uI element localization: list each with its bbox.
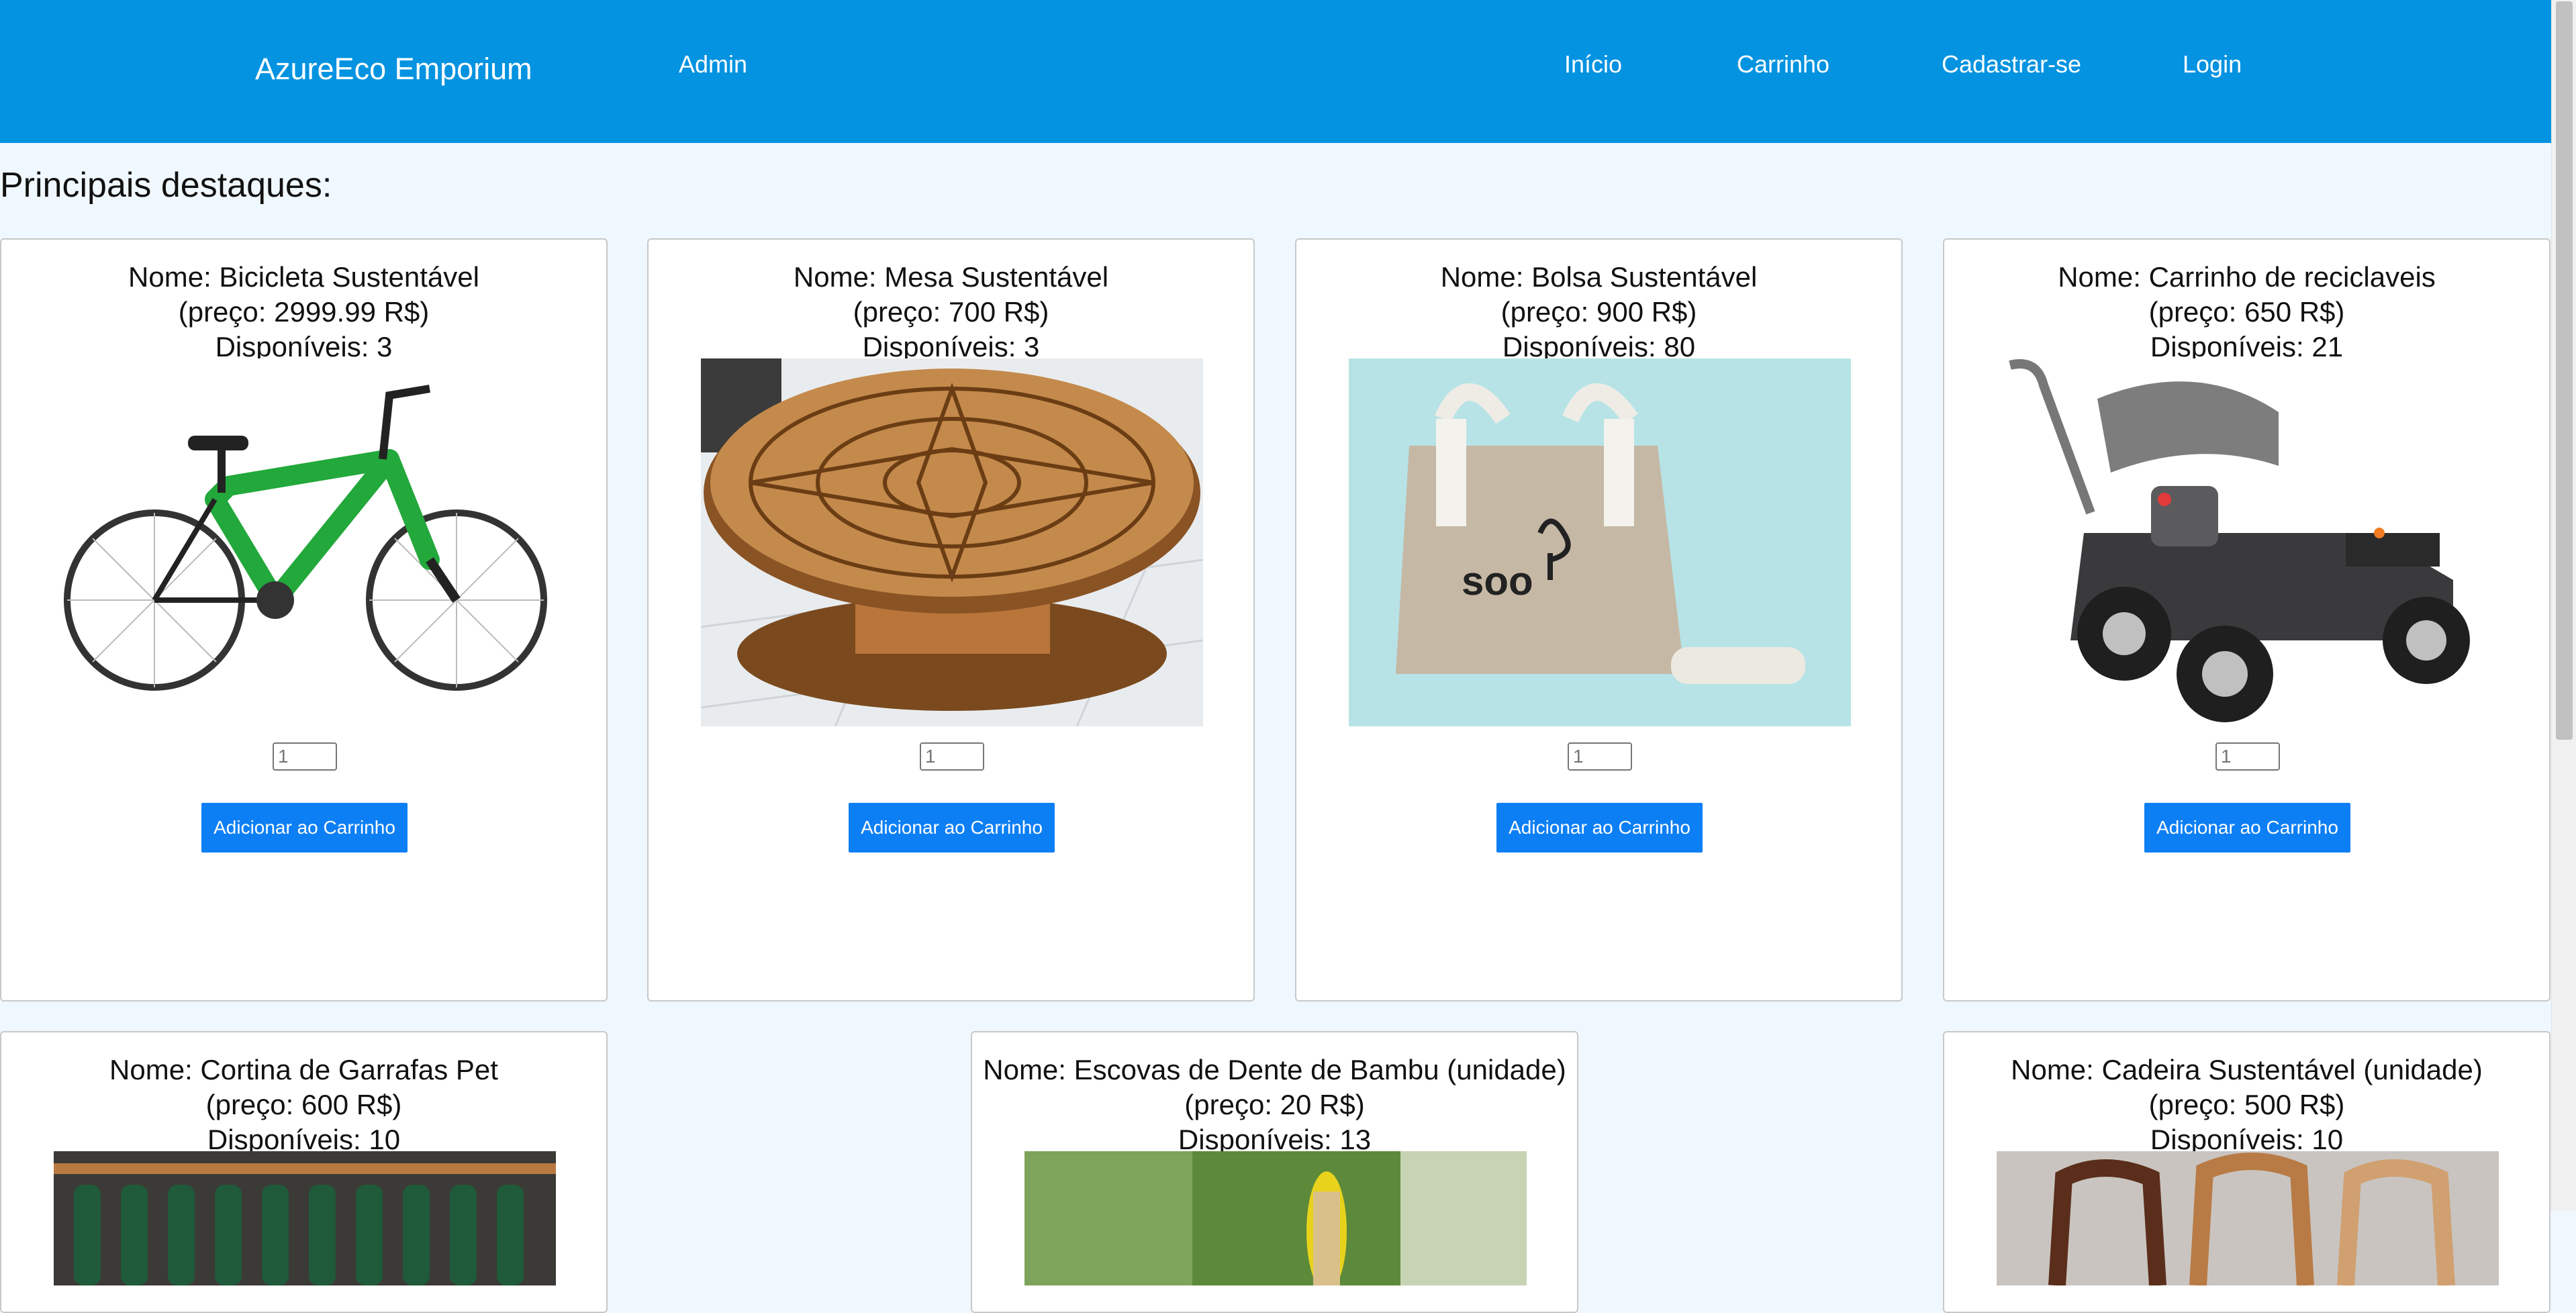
product-name: Nome: Bicicleta Sustentável bbox=[128, 261, 479, 293]
product-image-carrinho bbox=[1997, 358, 2499, 726]
product-stock: Disponíveis: 10 bbox=[207, 1124, 401, 1155]
chair-image bbox=[1997, 1151, 2499, 1285]
add-to-cart-button[interactable]: Adicionar ao Carrinho bbox=[849, 803, 1055, 853]
product-price: (preço: 650 R$) bbox=[2148, 296, 2345, 328]
product-card-cortina: Nome: Cortina de Garrafas Pet (preço: 60… bbox=[0, 1031, 608, 1313]
svg-text:soo: soo bbox=[1462, 558, 1533, 603]
product-card-bolsa: Nome: Bolsa Sustentável (preço: 900 R$) … bbox=[1295, 238, 1903, 1002]
product-price: (preço: 600 R$) bbox=[205, 1089, 402, 1120]
quantity-input[interactable] bbox=[920, 742, 984, 771]
product-name: Nome: Escovas de Dente de Bambu (unidade… bbox=[983, 1054, 1566, 1085]
nav-admin-link[interactable]: Admin bbox=[679, 52, 747, 77]
product-name: Nome: Cortina de Garrafas Pet bbox=[109, 1054, 498, 1085]
bag-image: soo bbox=[1349, 358, 1851, 726]
quantity-input[interactable] bbox=[273, 742, 337, 771]
product-stock: Disponíveis: 80 bbox=[1502, 331, 1696, 362]
ride-on-car-image bbox=[1997, 358, 2499, 726]
product-image-cadeira bbox=[1997, 1151, 2499, 1285]
product-card-carrinho: Nome: Carrinho de reciclaveis (preço: 65… bbox=[1943, 238, 2550, 1002]
nav-login-link[interactable]: Login bbox=[2183, 52, 2242, 77]
product-stock: Disponíveis: 13 bbox=[1178, 1124, 1372, 1155]
nav-carrinho-link[interactable]: Carrinho bbox=[1737, 52, 1829, 77]
section-title: Principais destaques: bbox=[0, 166, 332, 205]
product-card-bicicleta: Nome: Bicicleta Sustentável (preço: 2999… bbox=[0, 238, 608, 1002]
product-image-escovas bbox=[1024, 1151, 1527, 1285]
product-stock: Disponíveis: 21 bbox=[2150, 331, 2344, 362]
product-stock: Disponíveis: 3 bbox=[215, 331, 393, 362]
quantity-input[interactable] bbox=[2215, 742, 2280, 771]
add-to-cart-button[interactable]: Adicionar ao Carrinho bbox=[201, 803, 408, 853]
product-name: Nome: Carrinho de reciclaveis bbox=[2058, 261, 2436, 293]
product-name: Nome: Cadeira Sustentável (unidade) bbox=[2011, 1054, 2483, 1085]
product-name: Nome: Bolsa Sustentável bbox=[1440, 261, 1758, 293]
add-to-cart-button[interactable]: Adicionar ao Carrinho bbox=[1496, 803, 1703, 853]
quantity-input[interactable] bbox=[1568, 742, 1632, 771]
product-card-mesa: Nome: Mesa Sustentável (preço: 700 R$) D… bbox=[647, 238, 1255, 1002]
product-price: (preço: 500 R$) bbox=[2148, 1089, 2345, 1120]
product-image-cortina bbox=[54, 1151, 556, 1285]
brand-link[interactable]: AzureEco Emporium bbox=[255, 54, 532, 84]
product-price: (preço: 2999.99 R$) bbox=[178, 296, 430, 328]
product-card-cadeira: Nome: Cadeira Sustentável (unidade) (pre… bbox=[1943, 1031, 2550, 1313]
page-scrollbar[interactable] bbox=[2551, 0, 2576, 1211]
scrollbar-thumb[interactable] bbox=[2556, 1, 2573, 740]
product-stock: Disponíveis: 10 bbox=[2150, 1124, 2344, 1155]
product-image-bicicleta bbox=[54, 358, 556, 726]
product-image-mesa bbox=[701, 358, 1203, 726]
add-to-cart-button[interactable]: Adicionar ao Carrinho bbox=[2144, 803, 2350, 853]
bicycle-image bbox=[54, 358, 556, 726]
product-image-bolsa: soo bbox=[1349, 358, 1851, 726]
nav-cadastrar-link[interactable]: Cadastrar-se bbox=[1942, 52, 2081, 77]
product-stock: Disponíveis: 3 bbox=[862, 331, 1040, 362]
product-price: (preço: 900 R$) bbox=[1500, 296, 1697, 328]
product-price: (preço: 700 R$) bbox=[853, 296, 1049, 328]
nav-inicio-link[interactable]: Início bbox=[1564, 52, 1622, 77]
product-price: (preço: 20 R$) bbox=[1184, 1089, 1365, 1120]
curtain-image bbox=[54, 1151, 556, 1285]
toothbrush-image bbox=[1024, 1151, 1527, 1285]
table-image bbox=[701, 358, 1203, 726]
navbar: AzureEco Emporium Admin Início Carrinho … bbox=[0, 0, 2551, 143]
product-card-escovas: Nome: Escovas de Dente de Bambu (unidade… bbox=[971, 1031, 1578, 1313]
product-name: Nome: Mesa Sustentável bbox=[793, 261, 1109, 293]
